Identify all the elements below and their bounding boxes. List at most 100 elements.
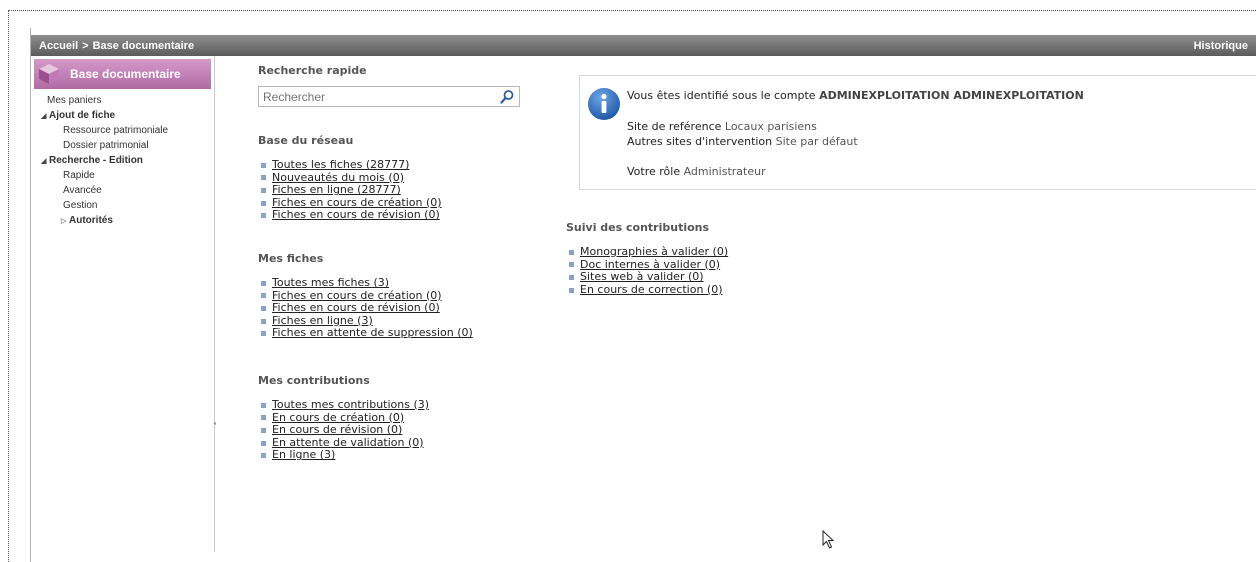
link-contributions-online[interactable]: En ligne (3) [272, 449, 335, 462]
expanded-triangle-icon: ◢ [41, 113, 47, 120]
bullet [261, 318, 266, 324]
sidebar-item-label: Ressource patrimoniale [63, 125, 169, 136]
link-in-correction[interactable]: En cours de correction (0) [580, 283, 723, 297]
role-value: Administrateur [683, 165, 766, 178]
list-item: Toutes les fiches (28777) [258, 158, 558, 172]
link-online-records[interactable]: Fiches en ligne (28777) [272, 184, 401, 197]
role-prefix: Votre rôle [627, 165, 681, 178]
list-item: Fiches en attente de suppression (0) [258, 327, 558, 340]
list-item: Sites web à valider (0) [566, 271, 966, 284]
expanded-triangle-icon: ◢ [41, 158, 47, 165]
other-sites-line: Autres sites d'intervention Site par déf… [627, 135, 858, 148]
link-all-my-records[interactable]: Toutes mes fiches (3) [272, 276, 389, 290]
search-input[interactable] [263, 89, 493, 104]
account-info-box: Vous êtes identifié sous le compte ADMIN… [579, 75, 1256, 190]
other-sites-prefix: Autres sites d'intervention [627, 135, 773, 148]
bullet [261, 402, 266, 408]
bullet [261, 200, 266, 206]
link-all-my-contributions[interactable]: Toutes mes contributions (3) [272, 398, 429, 412]
sidebar-item-recherche-edition[interactable]: ◢ Recherche - Edition [31, 153, 214, 168]
contribution-tracking-title: Suivi des contributions [566, 221, 710, 234]
sidebar-item-dossier-patrimonial[interactable]: Dossier patrimonial [31, 138, 214, 153]
collapsed-triangle-icon: ▷ [61, 218, 67, 225]
search-box [258, 86, 520, 107]
list-item: Toutes mes fiches (3) [258, 276, 558, 290]
link-all-records[interactable]: Toutes les fiches (28777) [272, 158, 409, 172]
other-sites-value: Site par défaut [775, 135, 858, 148]
breadcrumb: Accueil > Base documentaire [39, 40, 194, 52]
breadcrumb-current: Base documentaire [92, 39, 195, 52]
mouse-cursor-icon [822, 529, 836, 550]
sidebar-item-ajout-de-fiche[interactable]: ◢ Ajout de fiche [31, 108, 214, 123]
sidebar: Base documentaire Mes paniers ◢ Ajout de … [31, 56, 215, 552]
bullet [569, 262, 574, 268]
bullet [261, 453, 266, 459]
breadcrumb-separator: > [82, 39, 89, 52]
sidebar-item-label: Gestion [63, 200, 98, 211]
history-link[interactable]: Historique [1194, 40, 1248, 52]
bullet [261, 162, 266, 168]
sidebar-item-avancee[interactable]: Avancée [31, 183, 214, 198]
cube-icon [38, 63, 60, 85]
bullet [569, 287, 574, 293]
list-item: Fiches en cours de révision (0) [258, 302, 558, 315]
role-line: Votre rôle Administrateur [627, 165, 766, 178]
link-contributions-in-revision[interactable]: En cours de révision (0) [272, 424, 402, 437]
sidebar-item-rapide[interactable]: Rapide [31, 168, 214, 183]
bullet [261, 280, 266, 286]
search-icon[interactable] [499, 89, 515, 105]
bullet [261, 175, 266, 181]
bullet [261, 415, 266, 421]
main-left-column: Recherche rapide Base du réseau Toutes l… [258, 64, 558, 462]
my-records-title: Mes fiches [258, 251, 324, 265]
list-item: Monographies à valider (0) [566, 245, 966, 259]
sidebar-item-gestion[interactable]: Gestion [31, 198, 214, 213]
bullet [569, 274, 574, 280]
sidebar-item-ressource-patrimoniale[interactable]: Ressource patrimoniale [31, 123, 214, 138]
breadcrumb-home-link[interactable]: Accueil [39, 40, 78, 52]
bullet [261, 293, 266, 299]
account-name: ADMINEXPLOITATION ADMINEXPLOITATION [819, 89, 1084, 102]
my-contributions-title: Mes contributions [258, 373, 370, 387]
info-icon [587, 87, 621, 121]
link-records-in-revision[interactable]: Fiches en cours de révision (0) [272, 209, 440, 222]
sidebar-header[interactable]: Base documentaire [34, 59, 211, 89]
sidebar-item-label: Dossier patrimonial [63, 140, 149, 151]
link-my-records-in-revision[interactable]: Fiches en cours de révision (0) [272, 302, 440, 315]
sidebar-item-label: Mes paniers [47, 95, 102, 106]
sidebar-item-label: Rapide [63, 170, 95, 181]
list-item: Toutes mes contributions (3) [258, 398, 558, 412]
link-websites-to-validate[interactable]: Sites web à valider (0) [580, 271, 704, 284]
ref-site-value: Locaux parisiens [724, 120, 817, 133]
bullet [261, 213, 266, 219]
ref-site-line: Site de reférence Locaux parisiens [627, 120, 817, 133]
list-item: En cours de correction (0) [566, 283, 966, 297]
bullet [261, 187, 266, 193]
contribution-tracking-list: Monographies à valider (0) Doc internes … [566, 245, 966, 297]
sidebar-item-label: Autorités [69, 215, 113, 226]
list-item: En cours de révision (0) [258, 424, 558, 437]
bullet [261, 440, 266, 446]
link-my-records-pending-deletion[interactable]: Fiches en attente de suppression (0) [272, 327, 473, 340]
identified-prefix: Vous êtes identifié sous le compte [627, 89, 816, 102]
link-monographs-to-validate[interactable]: Monographies à valider (0) [580, 245, 728, 259]
identified-line: Vous êtes identifié sous le compte ADMIN… [627, 89, 1084, 102]
sidebar-item-mes-paniers[interactable]: Mes paniers [31, 93, 214, 108]
contribution-tracking-section: Suivi des contributions Monographies à v… [566, 221, 966, 296]
sidebar-collapse-handle[interactable]: ◂ [213, 420, 217, 430]
my-contributions-list: Toutes mes contributions (3) En cours de… [258, 398, 558, 462]
network-base-title: Base du réseau [258, 134, 354, 147]
list-item: En ligne (3) [258, 449, 558, 462]
bullet [261, 427, 266, 433]
top-bar: Accueil > Base documentaire Historique [31, 35, 1256, 56]
network-base-list: Toutes les fiches (28777) Nouveautés du … [258, 158, 558, 222]
sidebar-item-label: Ajout de fiche [49, 110, 116, 121]
my-records-list: Toutes mes fiches (3) Fiches en cours de… [258, 276, 558, 340]
sidebar-item-label: Avancée [63, 185, 102, 196]
sidebar-item-autorites[interactable]: ▷ Autorités [31, 213, 214, 228]
sidebar-item-label: Recherche - Edition [49, 155, 143, 166]
sidebar-title: Base documentaire [70, 67, 181, 81]
bullet [261, 305, 266, 311]
list-item: Fiches en cours de révision (0) [258, 209, 558, 222]
bullet [261, 331, 266, 337]
